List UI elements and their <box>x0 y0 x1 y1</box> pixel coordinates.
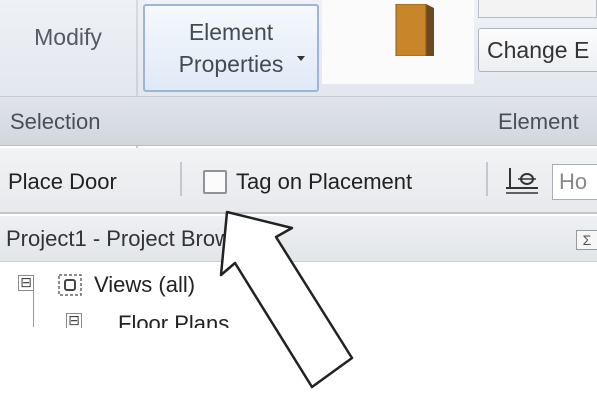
project-browser-title: Project1 - Project Browser <box>6 226 262 251</box>
options-separator <box>180 162 182 196</box>
orientation-value: Ho <box>559 169 588 194</box>
element-properties-button[interactable]: Element Properties <box>143 4 319 92</box>
change-label: Change E <box>487 37 590 63</box>
close-icon[interactable]: Σ <box>576 230 597 250</box>
type-selector[interactable] <box>478 0 597 18</box>
tree-item-views[interactable]: Views (all) <box>94 272 195 298</box>
door-icon <box>395 4 434 56</box>
views-icon <box>58 274 82 296</box>
dropdown-arrow-icon[interactable] <box>297 56 305 61</box>
project-browser-header: Project1 - Project Browser Σ <box>0 216 597 262</box>
panel-label-selection: Selection <box>10 109 101 134</box>
panel-label-element: Element <box>498 109 579 134</box>
change-element-type-button[interactable]: Change E <box>478 28 597 72</box>
modify-button[interactable]: Modify <box>6 8 130 90</box>
ribbon-panel-labels: Selection Element <box>0 96 597 146</box>
context-label: Place Door <box>8 169 117 194</box>
element-properties-label-line1: Element <box>188 19 274 45</box>
ribbon: Modify Element Properties Change E <box>0 0 597 96</box>
tree-item-floor-plans[interactable]: Floor Plans <box>118 311 229 328</box>
element-properties-label-line2: Properties <box>178 51 284 77</box>
options-separator <box>486 162 488 196</box>
tag-on-placement-label[interactable]: Tag on Placement <box>236 169 412 195</box>
collapse-icon[interactable]: ⊟ <box>66 313 82 328</box>
options-bar: Place Door Tag on Placement Ho <box>0 148 597 214</box>
project-browser-tree: ⊟ Views (all) ⊟ Floor Plans <box>0 263 597 328</box>
orientation-select[interactable]: Ho <box>552 164 597 200</box>
tag-on-placement-checkbox[interactable] <box>203 170 227 194</box>
tree-connector <box>33 287 34 327</box>
modify-label: Modify <box>34 24 102 50</box>
orientation-icon <box>506 168 538 194</box>
collapse-icon[interactable]: ⊟ <box>18 275 34 291</box>
